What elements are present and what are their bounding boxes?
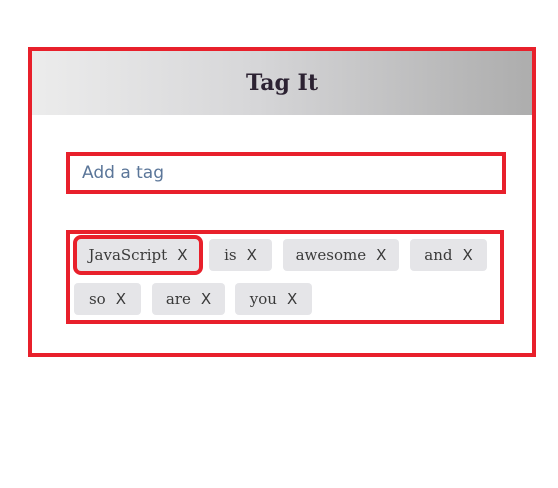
add-tag-input[interactable] — [66, 152, 506, 194]
tag-list: JavaScript X is X awesome X and X so X a… — [66, 230, 504, 324]
tag-label: is — [224, 246, 237, 264]
tag-label: so — [88, 290, 106, 308]
page-title: Tag It — [245, 70, 318, 96]
tag-item[interactable]: you X — [235, 283, 312, 315]
tag-item[interactable]: JavaScript X — [73, 235, 203, 275]
tag-label: and — [424, 246, 453, 264]
tag-item[interactable]: is X — [209, 239, 272, 271]
tag-it-card: Tag It JavaScript X is X awesome X and X… — [28, 47, 536, 357]
tag-label: are — [165, 290, 191, 308]
tag-label: JavaScript — [88, 246, 168, 264]
tag-item[interactable]: are X — [152, 283, 225, 315]
tag-label: awesome — [295, 246, 367, 264]
remove-tag-icon[interactable]: X — [376, 246, 386, 264]
tag-item[interactable]: awesome X — [283, 239, 399, 271]
remove-tag-icon[interactable]: X — [247, 246, 257, 264]
remove-tag-icon[interactable]: X — [462, 246, 472, 264]
tag-label: you — [249, 290, 277, 308]
remove-tag-icon[interactable]: X — [116, 290, 126, 308]
tag-item[interactable]: so X — [74, 283, 141, 315]
remove-tag-icon[interactable]: X — [287, 290, 297, 308]
tag-item[interactable]: and X — [410, 239, 487, 271]
card-header: Tag It — [32, 51, 532, 115]
remove-tag-icon[interactable]: X — [201, 290, 211, 308]
remove-tag-icon[interactable]: X — [177, 246, 187, 264]
